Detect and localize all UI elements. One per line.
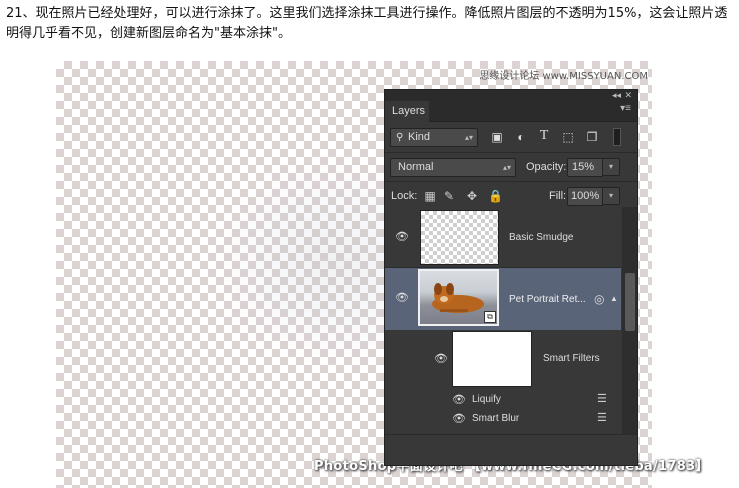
layer-name: Pet Portrait Ret... [509, 294, 586, 305]
lock-transparent-pixels-icon[interactable]: ▦ [423, 188, 437, 204]
filter-kind-label: Kind [408, 131, 431, 143]
lock-label: Lock: [391, 190, 418, 202]
fill-dropdown-icon[interactable]: ▾ [602, 187, 620, 205]
lock-position-move-icon[interactable]: ✥ [465, 188, 479, 204]
panel-menu-icon[interactable]: ▾≡ [620, 103, 631, 114]
panel-tab-bar: Layers ▾≡ [385, 101, 637, 122]
filter-row: ⚲ Kind ▴▾ ▣ ◐ T ⬚ ❐ [385, 122, 637, 152]
layer-row-basic-smudge[interactable]: 👁 Basic Smudge [385, 207, 621, 268]
layer-name: Basic Smudge [509, 232, 574, 243]
filter-row-liquify[interactable]: 👁 Liquify ☰ [385, 390, 621, 409]
blending-options-icon[interactable]: ☰ [597, 411, 607, 424]
layer-list-scrollbar[interactable] [622, 207, 637, 435]
fill-value: 100% [571, 190, 600, 202]
opacity-dropdown-icon[interactable]: ▾ [602, 158, 620, 176]
smart-filter-mask-thumbnail [452, 331, 532, 387]
tab-layers[interactable]: Layers [385, 101, 429, 122]
shape-filter-icon[interactable]: ⬚ [560, 128, 576, 146]
layers-panel: ◂◂ ✕ Layers ▾≡ ⚲ Kind ▴▾ ▣ ◐ T ⬚ ❐ Norma… [384, 89, 638, 466]
blend-mode-label: Normal [398, 161, 434, 173]
pixel-filter-image-icon[interactable]: ▣ [489, 128, 505, 146]
filter-name: Smart Blur [472, 413, 520, 424]
smart-filter-indicator-icon[interactable]: ◎ [594, 292, 604, 306]
filter-toggle-switch[interactable] [613, 128, 621, 146]
collapse-icon[interactable]: ◂◂ [612, 90, 621, 101]
smart-object-badge-icon: ⧉ [484, 311, 496, 323]
fill-field[interactable]: 100% [567, 187, 603, 206]
filter-name: Liquify [472, 394, 501, 405]
visibility-eye-icon[interactable]: 👁 [433, 353, 449, 365]
panel-top-strip: ◂◂ ✕ [385, 90, 637, 101]
smart-object-filter-icon[interactable]: ❐ [584, 128, 600, 146]
adjustment-filter-icon[interactable]: ◐ [513, 128, 529, 146]
lock-all-padlock-icon[interactable]: 🔒 [488, 188, 503, 204]
visibility-eye-icon[interactable]: 👁 [451, 394, 467, 406]
filter-kind-select[interactable]: ⚲ Kind ▴▾ [390, 128, 478, 147]
search-icon: ⚲ [396, 132, 404, 143]
smart-filters-row[interactable]: 👁 Smart Filters [385, 331, 621, 389]
filter-row-smart-blur[interactable]: 👁 Smart Blur ☰ [385, 409, 621, 428]
panel-bottom-bar [385, 434, 637, 465]
blend-row: Normal ▴▾ Opacity: 15% ▾ [385, 153, 637, 181]
opacity-label: Opacity: [526, 161, 567, 173]
lock-image-pixels-brush-icon[interactable]: ✎ [442, 188, 456, 204]
visibility-eye-icon[interactable]: 👁 [394, 292, 410, 304]
chevron-updown-icon: ▴▾ [502, 163, 511, 172]
smart-filters-label: Smart Filters [543, 353, 600, 364]
instruction-text: 21、现在照片已经处理好，可以进行涂抹了。这里我们选择涂抹工具进行操作。降低照片… [6, 6, 728, 41]
watermark-top: 思缘设计论坛 www.MISSYUAN.COM [479, 71, 648, 82]
blending-options-icon[interactable]: ☰ [597, 392, 607, 405]
chevron-updown-icon: ▴▾ [464, 133, 473, 142]
visibility-eye-icon[interactable]: 👁 [394, 231, 410, 243]
layer-row-pet-portrait[interactable]: 👁 ⧉ Pet Portrait Ret... ◎ ▲ [385, 268, 621, 330]
layer-list: 👁 Basic Smudge 👁 ⧉ Pet Portrait Ret... ◎ [385, 207, 621, 435]
close-icon[interactable]: ✕ [624, 90, 632, 101]
type-filter-icon[interactable]: T [536, 127, 552, 145]
layer-thumbnail [420, 210, 499, 265]
collapse-triangle-icon[interactable]: ▲ [610, 294, 618, 303]
blend-mode-select[interactable]: Normal ▴▾ [390, 158, 516, 177]
opacity-value: 15% [572, 161, 595, 173]
layer-thumbnail-dog-photo: ⧉ [418, 269, 499, 326]
fill-label: Fill: [549, 190, 567, 202]
scrollbar-thumb[interactable] [625, 273, 635, 331]
visibility-eye-icon[interactable]: 👁 [451, 413, 467, 425]
opacity-field[interactable]: 15% [567, 158, 603, 177]
